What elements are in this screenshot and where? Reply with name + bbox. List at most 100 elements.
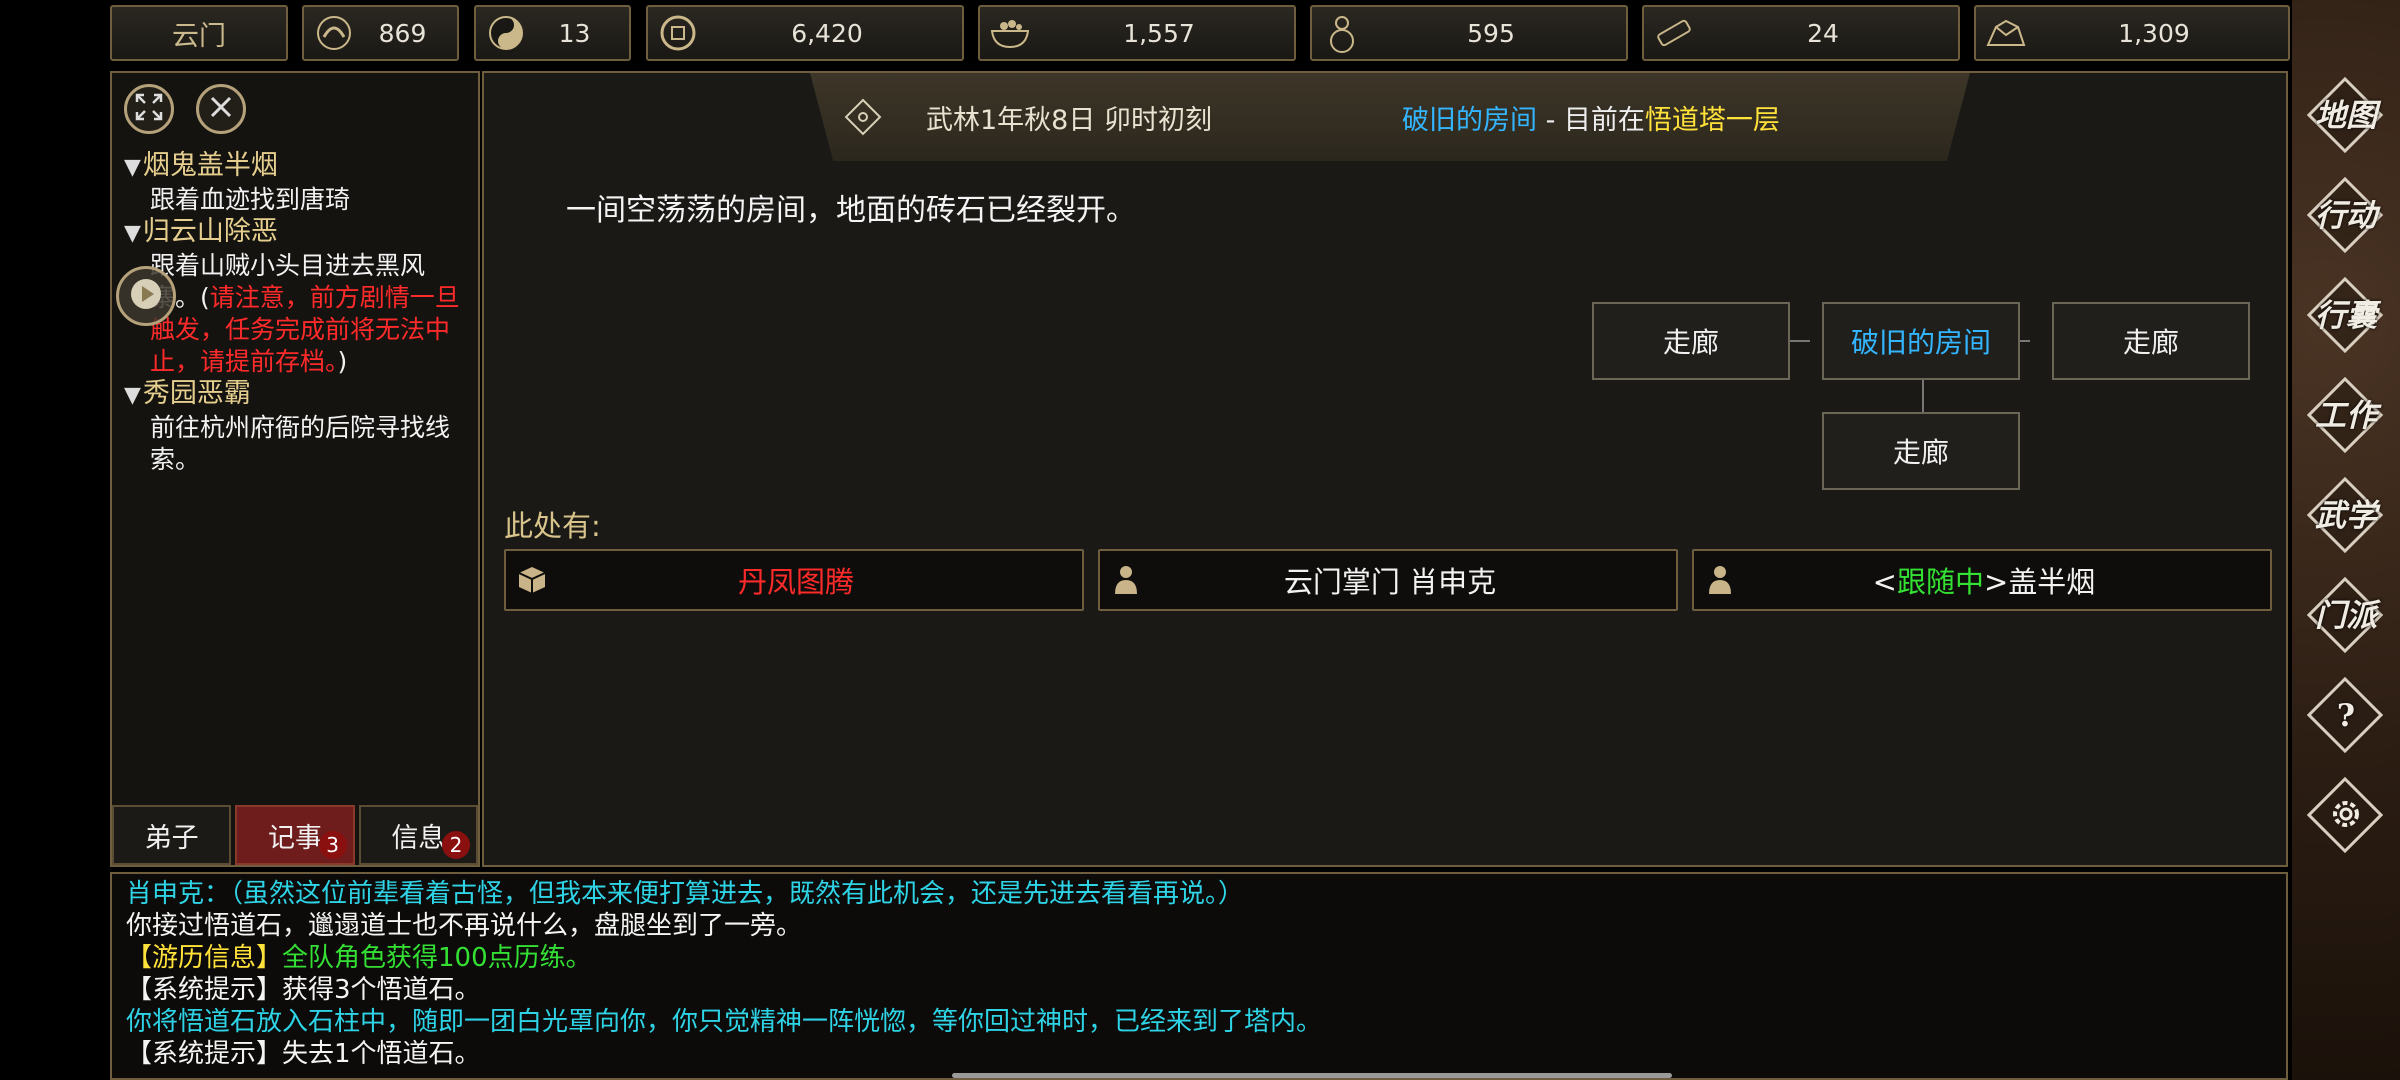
at-label: 目前在 [1563,104,1645,136]
quest-desc: 前往杭州府衙的后院寻找线索。 [150,413,451,474]
room-label: 走廊 [2122,326,2179,359]
expand-icon [134,92,164,126]
settings-button[interactable] [2306,776,2384,854]
quest-title: 归云山除恶 [142,216,278,247]
entity-label: 云门掌门 肖申克 [1283,565,1497,599]
room-label: 破旧的房间 [1850,326,1991,359]
expand-button[interactable] [124,84,174,134]
sect-name-button[interactable]: 云门 [110,5,288,61]
room-name: 破旧的房间 [1402,104,1537,136]
entity-companion[interactable]: <跟随中>盖半烟 [1692,549,2272,611]
menu-label: 门派 [2315,598,2377,634]
play-icon [129,277,163,315]
help-button[interactable]: ? [2306,676,2384,754]
gourd-icon [1318,9,1366,57]
tab-label: 记事 [267,822,322,854]
food-counter[interactable]: 1,557 [978,5,1296,61]
box-icon [510,564,554,596]
log-line: 肖申克：（虽然这位前辈看着古怪，但我本来便打算进去，既然有此机会，还是先进去看看… [126,879,1245,909]
menu-inventory[interactable]: 行囊 [2306,276,2384,354]
log-tag: 【游历信息】 [126,943,283,973]
menu-label: 武学 [2315,498,2377,534]
notification-badge: 3 [318,831,347,859]
ore-counter[interactable]: 1,309 [1974,5,2290,61]
map-connector [1788,340,1810,342]
reputation-counter[interactable]: 869 [302,5,459,61]
entity-label: 丹凤图腾 [737,565,854,599]
coin-counter[interactable]: 6,420 [646,5,964,61]
coin-value: 6,420 [791,18,863,48]
tab-journal[interactable]: 记事 3 [235,805,355,865]
quest-item[interactable]: ▼归云山除恶 跟着山贼小头目进去黑风寨。(请注意，前方剧情一旦触发，任务完成前将… [124,216,474,378]
quest-desc: 跟着山贼小头目进去黑风寨。(请注意，前方剧情一旦触发，任务完成前将无法中止，请提… [124,250,474,378]
menu-martial-arts[interactable]: 武学 [2306,476,2384,554]
log-line: 【游历信息】全队角色获得100点历练。 [126,942,2272,974]
help-icon: ? [2336,698,2356,734]
separator: - [1537,104,1564,136]
room-label: 走廊 [1662,326,1719,359]
reputation-icon [310,9,358,57]
quest-item[interactable]: ▼秀园恶霸 前往杭州府衙的后院寻找线索。 [124,378,474,476]
collapse-triangle-icon: ▼ [124,221,141,246]
menu-label: 工作 [2315,398,2377,434]
reputation-value: 869 [378,18,427,48]
gourd-counter[interactable]: 595 [1310,5,1628,61]
location-header: 武林1年秋8日 卯时初刻 破旧的房间 - 目前在悟道塔一层 [810,73,1970,161]
quest-title: 秀园恶霸 [142,378,251,409]
bracket: < [1872,565,1897,599]
collapse-triangle-icon: ▼ [124,383,141,408]
menu-label: 行囊 [2315,298,2377,334]
play-button[interactable] [116,266,176,326]
entity-item[interactable]: 丹凤图腾 [504,549,1084,611]
map-room-current[interactable]: 破旧的房间 [1822,302,2020,380]
log-line: 【系统提示】失去1个悟道石。 [126,1039,481,1069]
game-date: 武林1年秋8日 卯时初刻 [926,104,1212,136]
room-label: 走廊 [1892,436,1949,469]
ore-icon [1982,9,2030,57]
close-button[interactable] [196,84,246,134]
tab-label: 信息 [391,822,446,854]
person-icon [1104,564,1148,596]
entity-npc[interactable]: 云门掌门 肖申克 [1098,549,1678,611]
tab-disciples[interactable]: 弟子 [112,805,232,865]
map-room-south[interactable]: 走廊 [1822,412,2020,490]
yinyang-counter[interactable]: 13 [474,5,631,61]
scroll-counter[interactable]: 24 [1642,5,1960,61]
map-room-east[interactable]: 走廊 [2052,302,2250,380]
scroll-icon [1650,9,1698,57]
log-text: 全队角色获得100点历练。 [282,943,592,973]
gear-icon [2328,796,2364,836]
resource-bar: 云门 869 13 6,420 1,557 595 24 1,309 [110,5,2290,63]
notification-badge: 2 [441,831,470,859]
message-log[interactable]: 肖申克：（虽然这位前辈看着古怪，但我本来便打算进去，既然有此机会，还是先进去看看… [110,872,2288,1080]
log-line: 【系统提示】获得3个悟道石。 [126,975,481,1005]
menu-work[interactable]: 工作 [2306,376,2384,454]
menu-sect[interactable]: 门派 [2306,576,2384,654]
food-bowl-icon [986,9,1034,57]
quest-list: ▼烟鬼盖半烟 跟着血迹找到唐琦 ▼归云山除恶 跟着山贼小头目进去黑风寨。(请注意… [124,150,474,476]
ore-value: 1,309 [2118,18,2190,48]
panel-tabs: 弟子 记事 3 信息 2 [112,805,478,865]
scroll-value: 24 [1807,18,1839,48]
yin-yang-icon [482,9,530,57]
sect-name: 云门 [172,20,226,52]
menu-label: 地图 [2315,98,2377,134]
quest-item[interactable]: ▼烟鬼盖半烟 跟着血迹找到唐琦 [124,150,474,216]
quest-desc: 跟着血迹找到唐琦 [150,185,351,214]
map-room-west[interactable]: 走廊 [1592,302,1790,380]
entity-label: <跟随中>盖半烟 [1742,559,2270,601]
here-label: 此处有: [504,509,601,543]
coin-icon [654,9,702,57]
log-line: 你将悟道石放入石柱中，随即一团白光罩向你，你只觉精神一阵恍惚，等你回过神时，已经… [126,1007,1323,1037]
tab-info[interactable]: 信息 2 [358,805,478,865]
menu-label: 行动 [2315,198,2377,234]
food-value: 1,557 [1123,18,1195,48]
scrollbar[interactable] [952,1073,1672,1078]
menu-map[interactable]: 地图 [2306,76,2384,154]
map-connector [1922,378,1924,412]
quest-panel: ▼烟鬼盖半烟 跟着血迹找到唐琦 ▼归云山除恶 跟着山贼小头目进去黑风寨。(请注意… [110,71,480,867]
close-icon [206,92,236,126]
yinyang-value: 13 [558,18,591,48]
menu-action[interactable]: 行动 [2306,176,2384,254]
location-text: 破旧的房间 - 目前在悟道塔一层 [1402,98,1780,137]
